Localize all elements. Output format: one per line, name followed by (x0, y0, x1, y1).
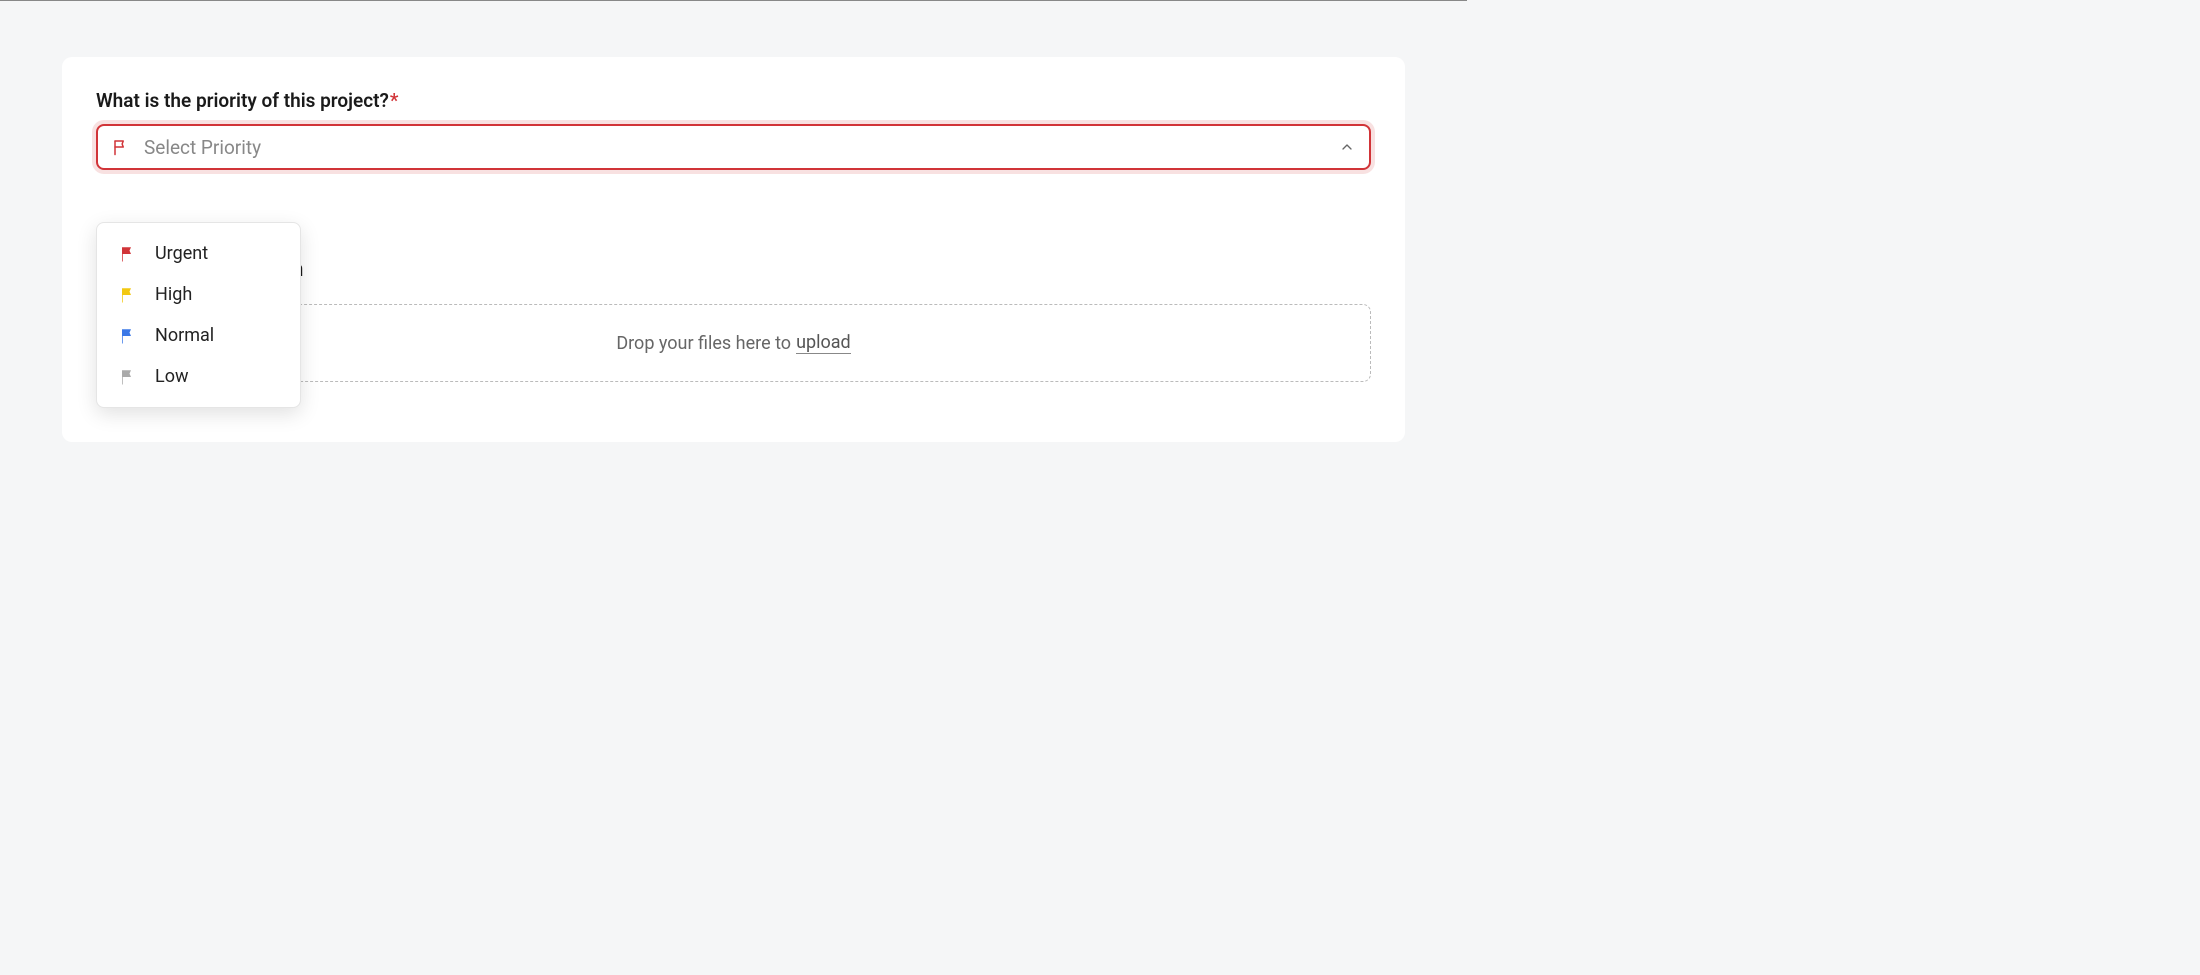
option-label: Low (155, 366, 189, 387)
priority-label-text: What is the priority of this project? (96, 89, 389, 112)
priority-option-normal[interactable]: Normal (97, 315, 300, 356)
upload-link[interactable]: upload (796, 332, 851, 354)
flag-icon (119, 245, 137, 263)
flag-icon (119, 327, 137, 345)
required-mark: * (390, 89, 399, 112)
priority-option-low[interactable]: Low (97, 356, 300, 397)
priority-label: What is the priority of this project? * (96, 89, 1371, 112)
flag-icon (119, 368, 137, 386)
flag-icon (112, 138, 130, 156)
option-label: High (155, 284, 192, 305)
flag-icon (119, 286, 137, 304)
option-label: Urgent (155, 243, 208, 264)
form-card: What is the priority of this project? * … (62, 57, 1405, 442)
priority-select[interactable]: Select Priority (96, 124, 1371, 170)
priority-placeholder: Select Priority (144, 136, 1339, 159)
priority-option-urgent[interactable]: Urgent (97, 233, 300, 274)
chevron-up-icon (1339, 139, 1355, 155)
drop-text: Drop your files here to (616, 333, 791, 354)
priority-option-high[interactable]: High (97, 274, 300, 315)
option-label: Normal (155, 325, 214, 346)
priority-dropdown: Urgent High Normal Low (96, 222, 301, 408)
